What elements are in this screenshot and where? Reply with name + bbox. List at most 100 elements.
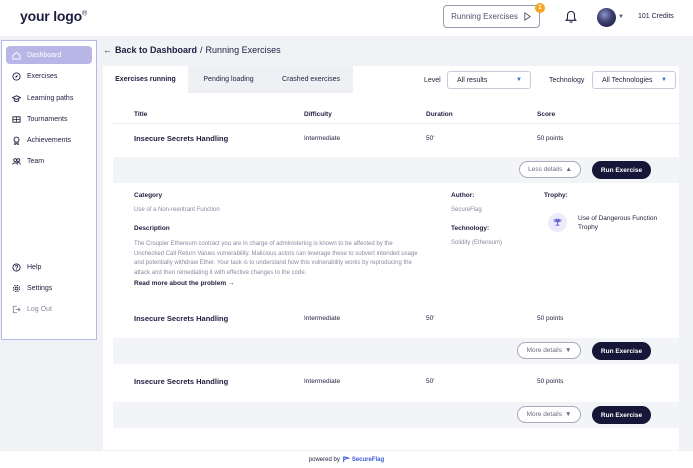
secureflag-link[interactable]: SecureFlag [343,456,384,463]
flag-icon [343,456,350,463]
breadcrumb-separator: / [200,45,203,55]
sidebar-item-label: Tournaments [27,115,68,123]
exercise-duration: 50' [426,135,435,142]
column-header-score: Score [537,111,556,118]
less-details-button[interactable]: Less details ▲ [519,161,581,178]
tab-pending-loading[interactable]: Pending loading [188,66,269,93]
exercise-score: 50 points [537,135,564,142]
logout-icon [12,305,21,313]
column-header-duration: Duration [426,111,453,118]
breadcrumb-current: Running Exercises [205,45,281,55]
category-heading: Category [134,192,163,199]
category-value: Use of a Non-reentrant Function [134,207,220,213]
gear-icon [12,284,21,292]
running-exercises-label: Running Exercises [451,12,518,21]
sidebar-item-tournaments[interactable]: Tournaments [6,110,92,128]
medal-icon [13,136,20,145]
play-icon [524,12,531,21]
level-filter-label: Level [424,77,441,84]
exercises-panel: Exercises running Pending loading Crashe… [103,66,679,450]
description-text: The Croupier Ethereum contract you are i… [134,241,418,276]
technology-filter-label: Technology [549,77,585,84]
author-value: SecureFlag [451,207,482,213]
caret-up-icon: ▲ [565,166,572,173]
caret-down-icon: ▼ [661,77,667,83]
exercise-score: 50 points [537,315,564,322]
trophy-badge [548,213,567,232]
details-button-label: More details [526,347,562,354]
caret-down-icon: ▼ [516,77,522,83]
help-icon [12,262,21,272]
home-icon [12,51,21,60]
trophy-icon [553,218,562,226]
sidebar-item-settings[interactable]: Settings [6,279,92,297]
sidebar-item-exercises[interactable]: Exercises [6,67,92,85]
logo[interactable]: your logo® [20,8,87,24]
description-heading: Description [134,225,170,232]
more-details-button[interactable]: More details ▼ [517,342,581,359]
column-header-difficulty: Difficulty [304,111,332,118]
row-action-bar: More details ▼ Run Exercise [113,402,679,428]
technology-select-value: All Technologies [602,76,653,84]
sidebar-item-learning-paths[interactable]: Learning paths [6,89,92,107]
tabs: Exercises running Pending loading Crashe… [103,66,353,93]
brand-name: SecureFlag [351,456,385,463]
sidebar-item-label: Team [27,157,45,165]
trophy-name: Use of Dangerous Function Trophy [578,215,658,231]
read-more-label: Read more about the problem [134,280,227,287]
sidebar-item-label: Achievements [27,136,71,144]
author-heading: Author: [451,192,475,199]
divider [113,123,679,124]
exercise-duration: 50' [426,378,435,385]
exercise-duration: 50' [426,315,435,322]
caret-down-icon: ▼ [564,347,572,354]
level-select[interactable]: All results ▼ [447,71,531,89]
running-count-badge: 1 [535,3,545,13]
sidebar-item-team[interactable]: Team [6,152,92,170]
powered-by-text: powered by [308,456,340,463]
bell-icon[interactable] [564,10,578,24]
sidebar-item-logout[interactable]: Log Out [6,300,92,318]
back-to-dashboard-link[interactable]: Back to Dashboard [115,45,197,55]
sidebar-item-label: Learning paths [27,94,74,102]
sidebar-item-label: Exercises [27,72,58,80]
run-exercise-button[interactable]: Run Exercise [592,161,651,179]
details-button-label: More details [526,411,562,418]
team-icon [12,157,21,165]
top-bar: your logo® Running Exercises 1 ▼ 101 Cre… [0,0,693,36]
arrow-right-icon: → [227,280,235,287]
caret-down-icon: ▼ [564,411,572,418]
sidebar-item-achievements[interactable]: Achievements [6,131,92,149]
read-more-link[interactable]: Read more about the problem → [134,280,234,287]
breadcrumb: ← Back to Dashboard / Running Exercises [103,45,281,55]
arrow-left-icon[interactable]: ← [103,45,112,55]
tab-exercises-running[interactable]: Exercises running [103,66,188,93]
exercise-difficulty: Intermediate [304,378,341,385]
chevron-down-icon[interactable]: ▼ [618,14,624,20]
sidebar-item-dashboard[interactable]: Dashboard [6,46,92,64]
run-exercise-button[interactable]: Run Exercise [592,406,651,424]
trophy-board-icon [12,115,21,123]
trophy-heading: Trophy: [544,192,568,199]
avatar[interactable] [597,8,616,27]
compass-icon [12,71,21,81]
technology-select[interactable]: All Technologies ▼ [592,71,676,89]
technology-heading: Technology: [451,225,490,232]
sidebar-item-label: Help [27,263,42,271]
row-action-bar: Less details ▲ Run Exercise [113,157,679,183]
run-exercise-button[interactable]: Run Exercise [592,342,651,360]
technology-value: Solidity (Ethereum) [451,240,503,246]
row-action-bar: More details ▼ Run Exercise [113,338,679,364]
credits-count: 101 Credits [638,13,674,20]
sidebar-item-help[interactable]: Help [6,258,92,276]
exercise-score: 50 points [537,378,564,385]
level-select-value: All results [457,76,488,84]
sidebar-item-label: Settings [27,284,53,292]
tab-crashed-exercises[interactable]: Crashed exercises [269,66,353,93]
running-exercises-button[interactable]: Running Exercises [443,5,540,28]
details-button-label: Less details [528,166,563,173]
more-details-button[interactable]: More details ▼ [517,406,581,423]
exercise-difficulty: Intermediate [304,315,341,322]
exercise-difficulty: Intermediate [304,135,341,142]
exercise-title: Insecure Secrets Handling [134,314,229,323]
